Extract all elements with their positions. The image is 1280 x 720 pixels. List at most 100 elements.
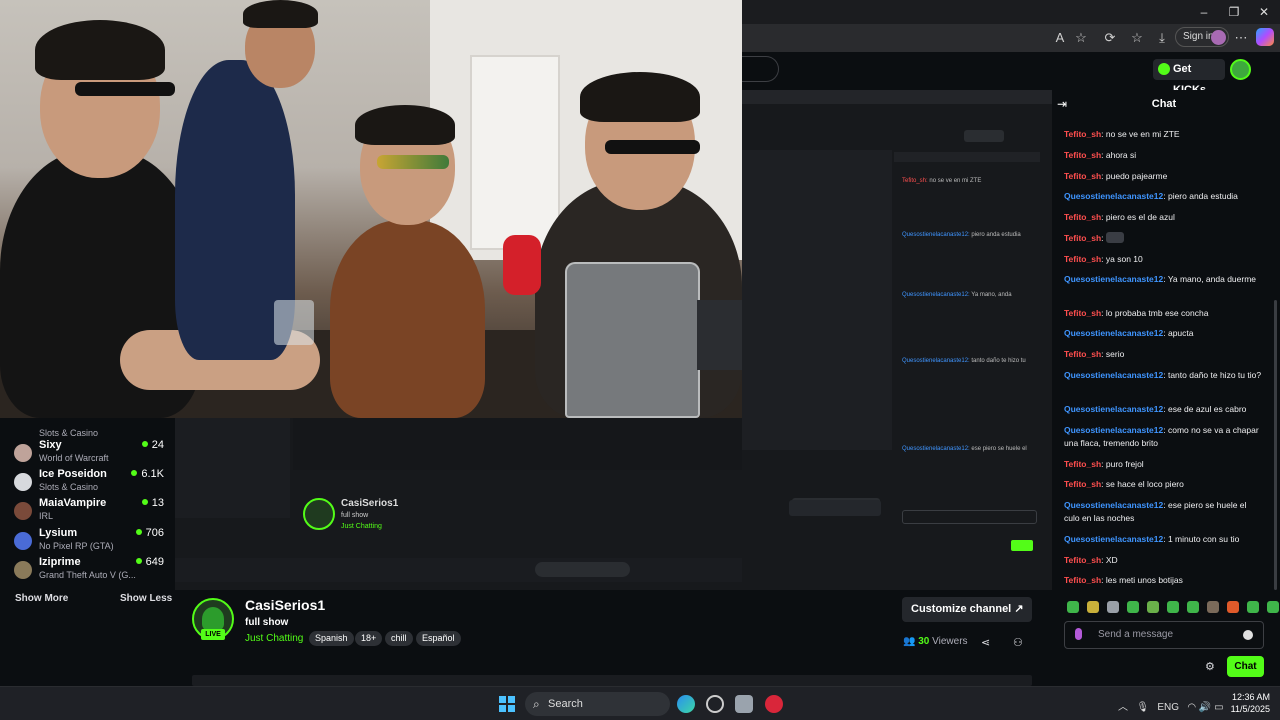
chat-username[interactable]: Tefito_sh [1064,575,1101,585]
close-window-icon[interactable]: ✕ [1254,4,1274,20]
chat-username[interactable]: Tefito_sh [1064,129,1101,139]
chat-username[interactable]: Tefito_sh [1064,479,1101,489]
emote-icon[interactable] [1247,601,1259,613]
follow-user-icon[interactable]: ⚇ [1013,636,1023,649]
chat-message: Tefito_sh: lo probaba tmb ese concha [1064,307,1264,320]
emote-icon[interactable] [1127,601,1139,613]
chat-username[interactable]: Quesostienelacanaste12 [1064,274,1163,284]
chat-message-input[interactable]: Send a message [1064,621,1264,649]
chat-username[interactable]: Tefito_sh [1064,308,1101,318]
emote-icon[interactable] [1207,601,1219,613]
sidebar-item-lysium[interactable]: Lysium No Pixel RP (GTA) 706 [14,527,164,555]
chat-username[interactable]: Tefito_sh [1064,171,1101,181]
emote-icon[interactable] [1067,601,1079,613]
language-indicator[interactable]: ENG [1157,702,1179,713]
emoji-picker-icon[interactable] [1243,630,1253,640]
nested-chat-line: Quesostienelacanaste12: Ya mano, anda [902,292,1012,298]
chat-message: Tefito_sh: ahora si [1064,149,1264,162]
chat-username[interactable]: Tefito_sh [1064,233,1101,243]
chat-username[interactable]: Quesostienelacanaste12 [1064,191,1163,201]
chat-message: Tefito_sh: puro frejol [1064,458,1264,471]
recording-app-icon[interactable] [765,695,783,713]
chat-username[interactable]: Quesostienelacanaste12 [1064,425,1163,435]
taskbar-search-box[interactable]: Search [525,692,670,716]
chat-text: puedo pajearme [1105,171,1168,181]
channel-name[interactable]: CasiSerios1 [245,597,325,613]
get-kicks-button[interactable]: Get KICKs [1153,59,1225,96]
chevron-up-icon[interactable]: ︿ [1118,702,1128,713]
emote-icon[interactable] [1107,601,1119,613]
person-brown-shirt [330,220,485,418]
stream-category-link[interactable]: Just Chatting [245,633,303,644]
system-tray[interactable]: ︿ 🎙 ENG ◠ 🔊 ▭ [1118,698,1224,713]
chat-username[interactable]: Tefito_sh [1064,212,1101,222]
sidebar-item-maiavampire[interactable]: MaiaVampire IRL 13 [14,497,164,525]
share-icon[interactable]: ⋖ [981,636,990,649]
tag-espanol[interactable]: Español [416,631,461,646]
tag-18-plus[interactable]: 18+ [355,631,383,646]
battery-icon[interactable]: ▭ [1214,702,1223,713]
maximize-icon[interactable]: ❐ [1224,4,1244,20]
chat-username[interactable]: Tefito_sh [1064,254,1101,264]
chat-message: Quesostienelacanaste12: como no se va a … [1064,424,1264,450]
chat-username[interactable]: Tefito_sh [1064,555,1101,565]
app-icon[interactable] [706,695,724,713]
clock-date[interactable]: 11/5/2025 [1228,704,1270,714]
mic-tray-icon[interactable]: 🎙 [1136,702,1149,713]
emote-icon[interactable] [1167,601,1179,613]
chat-text: ya son 10 [1105,254,1143,264]
emote-icon[interactable] [1147,601,1159,613]
show-less-link[interactable]: Show Less [120,593,172,604]
sidebar-item-iziprime[interactable]: Iziprime Grand Theft Auto V (G... 649 [14,556,164,584]
emote-icon[interactable] [1087,601,1099,613]
chat-username[interactable]: Quesostienelacanaste12 [1064,404,1163,414]
downloads-icon[interactable]: ⤓ [1153,29,1171,47]
user-avatar[interactable] [1230,59,1251,80]
emote-icon[interactable] [1187,601,1199,613]
clock-time[interactable]: 12:36 AM [1228,692,1270,702]
edge-browser-icon[interactable] [677,695,695,713]
emote-icon[interactable] [1227,601,1239,613]
volume-icon[interactable]: 🔊 [1199,702,1211,713]
chat-send-button[interactable]: Chat [1227,656,1264,677]
tag-chill[interactable]: chill [385,631,413,646]
copilot-icon[interactable] [1256,28,1274,46]
chat-username[interactable]: Quesostienelacanaste12 [1064,328,1163,338]
sidebar-item-category: Slots & Casino [39,482,99,492]
wifi-icon[interactable]: ◠ [1187,702,1196,713]
chat-username[interactable]: Tefito_sh [1064,459,1101,469]
sidebar-item-sixy[interactable]: Sixy World of Warcraft 24 [14,439,164,467]
tag-spanish[interactable]: Spanish [309,631,354,646]
chat-username[interactable]: Quesostienelacanaste12 [1064,370,1163,380]
sign-in-button[interactable]: Sign in [1175,27,1229,47]
chat-message: Tefito_sh: serio [1064,348,1264,361]
customize-channel-button[interactable]: Customize channel ↗ [902,597,1032,622]
favorite-star-icon[interactable]: ☆ [1072,29,1090,47]
site-search-input[interactable] [742,56,779,82]
more-menu-icon[interactable]: ⋯ [1232,29,1250,47]
chat-settings-icon[interactable]: ⚙ [1205,660,1215,673]
settings-app-icon[interactable] [735,695,753,713]
sidebar-item-viewers: 24 [142,439,164,451]
extensions-icon[interactable]: ⟳ [1101,29,1119,47]
read-aloud-icon[interactable]: A [1051,29,1069,47]
sidebar-item-ice-poseidon[interactable]: Ice Poseidon Slots & Casino 6.1K [14,468,164,496]
sidebar-item-name: Lysium [39,527,78,539]
chat-username[interactable]: Quesostienelacanaste12 [1064,500,1163,510]
favorites-icon[interactable]: ☆ [1128,29,1146,47]
chat-username[interactable]: Tefito_sh [1064,349,1101,359]
show-more-link[interactable]: Show More [15,593,68,604]
chat-message: Quesostienelacanaste12: piero anda estud… [1064,190,1264,203]
emote-row [1064,601,1279,617]
windows-start-icon[interactable] [499,696,515,712]
chat-username[interactable]: Tefito_sh [1064,150,1101,160]
chat-username[interactable]: Quesostienelacanaste12 [1064,534,1163,544]
minimize-icon[interactable]: – [1194,4,1214,20]
emote-icon[interactable] [1267,601,1279,613]
microphone-icon[interactable] [1075,628,1082,640]
chat-scrollbar[interactable] [1274,300,1277,590]
sidebar-item-viewers: 649 [136,556,164,568]
nested-stream-lower: CasiSerios1 full show Just Chatting [175,418,881,590]
stream-title: full show [245,617,289,628]
chat-message: Tefito_sh: piero es el de azul [1064,211,1264,224]
